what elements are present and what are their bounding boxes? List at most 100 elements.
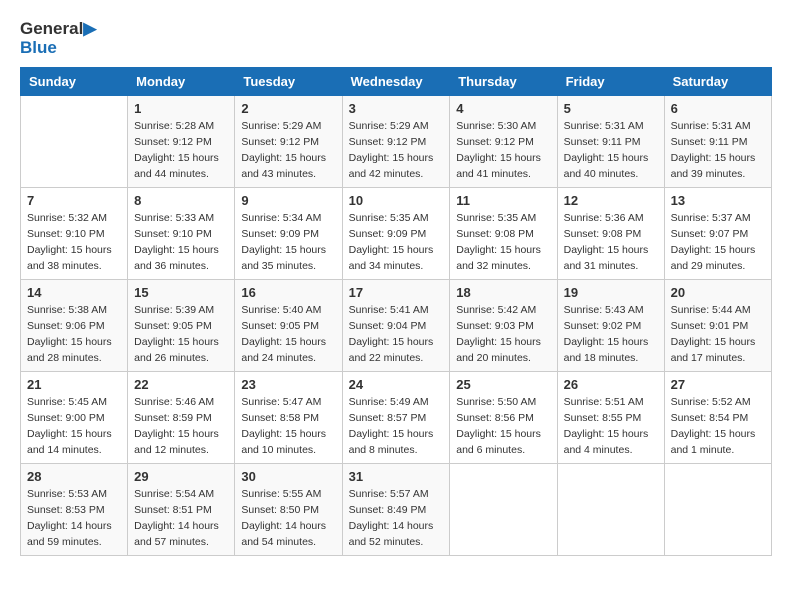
calendar-cell: 27Sunrise: 5:52 AMSunset: 8:54 PMDayligh… — [664, 372, 771, 464]
day-number: 5 — [564, 101, 658, 116]
logo-general-text: General▶ — [20, 20, 96, 39]
day-number: 23 — [241, 377, 335, 392]
day-info: Sunrise: 5:43 AMSunset: 9:02 PMDaylight:… — [564, 303, 658, 366]
day-number: 9 — [241, 193, 335, 208]
day-number: 16 — [241, 285, 335, 300]
calendar-cell: 15 Sunrise: 5:39 AMSunset: 9:05 PMDayligh… — [128, 280, 235, 372]
day-number: 1 — [134, 101, 228, 116]
calendar-cell: 20 Sunrise: 5:44 AMSunset: 9:01 PMDayligh… — [664, 280, 771, 372]
calendar-week-row: 1 Sunrise: 5:28 AMSunset: 9:12 PMDaylight… — [21, 96, 772, 188]
header-thursday: Thursday — [450, 68, 557, 96]
day-info: Sunrise: 5:31 AMSunset: 9:11 PMDaylight:… — [671, 119, 765, 182]
calendar-cell: 29 Sunrise: 5:54 AMSunset: 8:51 PMDayligh… — [128, 464, 235, 556]
day-number: 7 — [27, 193, 121, 208]
header-tuesday: Tuesday — [235, 68, 342, 96]
day-info: Sunrise: 5:51 AMSunset: 8:55 PMDaylight:… — [564, 395, 658, 458]
day-number: 29 — [134, 469, 228, 484]
day-info: Sunrise: 5:38 AMSunset: 9:06 PMDaylight:… — [27, 303, 121, 366]
day-number: 2 — [241, 101, 335, 116]
day-info: Sunrise: 5:36 AMSunset: 9:08 PMDaylight:… — [564, 211, 658, 274]
calendar-cell: 25 Sunrise: 5:50 AMSunset: 8:56 PMDayligh… — [450, 372, 557, 464]
logo-blue-text: Blue — [20, 39, 96, 58]
calendar-cell — [450, 464, 557, 556]
calendar-cell: 3 Sunrise: 5:29 AMSunset: 9:12 PMDaylight… — [342, 96, 450, 188]
day-info: Sunrise: 5:40 AMSunset: 9:05 PMDaylight:… — [241, 303, 335, 366]
calendar-cell: 18Sunrise: 5:42 AMSunset: 9:03 PMDayligh… — [450, 280, 557, 372]
day-info: Sunrise: 5:55 AMSunset: 8:50 PMDaylight:… — [241, 487, 335, 550]
calendar-cell: 2 Sunrise: 5:29 AMSunset: 9:12 PMDaylight… — [235, 96, 342, 188]
header-friday: Friday — [557, 68, 664, 96]
day-number: 22 — [134, 377, 228, 392]
day-info: Sunrise: 5:29 AMSunset: 9:12 PMDaylight:… — [241, 119, 335, 182]
day-info: Sunrise: 5:39 AMSunset: 9:05 PMDaylight:… — [134, 303, 228, 366]
day-number: 24 — [349, 377, 444, 392]
day-number: 30 — [241, 469, 335, 484]
calendar-cell: 30 Sunrise: 5:55 AMSunset: 8:50 PMDayligh… — [235, 464, 342, 556]
calendar-cell: 4 Sunrise: 5:30 AMSunset: 9:12 PMDaylight… — [450, 96, 557, 188]
header-sunday: Sunday — [21, 68, 128, 96]
day-number: 6 — [671, 101, 765, 116]
calendar-cell: 19 Sunrise: 5:43 AMSunset: 9:02 PMDayligh… — [557, 280, 664, 372]
calendar-cell: 26 Sunrise: 5:51 AMSunset: 8:55 PMDayligh… — [557, 372, 664, 464]
day-info: Sunrise: 5:50 AMSunset: 8:56 PMDaylight:… — [456, 395, 550, 458]
day-info: Sunrise: 5:34 AMSunset: 9:09 PMDaylight:… — [241, 211, 335, 274]
day-info: Sunrise: 5:47 AMSunset: 8:58 PMDaylight:… — [241, 395, 335, 458]
day-info: Sunrise: 5:44 AMSunset: 9:01 PMDaylight:… — [671, 303, 765, 366]
day-info: Sunrise: 5:30 AMSunset: 9:12 PMDaylight:… — [456, 119, 550, 182]
day-info: Sunrise: 5:31 AMSunset: 9:11 PMDaylight:… — [564, 119, 658, 182]
day-number: 20 — [671, 285, 765, 300]
calendar-week-row: 7 Sunrise: 5:32 AMSunset: 9:10 PMDaylight… — [21, 188, 772, 280]
calendar-cell: 7 Sunrise: 5:32 AMSunset: 9:10 PMDaylight… — [21, 188, 128, 280]
calendar-table: SundayMondayTuesdayWednesdayThursdayFrid… — [20, 67, 772, 556]
day-info: Sunrise: 5:29 AMSunset: 9:12 PMDaylight:… — [349, 119, 444, 182]
calendar-cell: 13 Sunrise: 5:37 AMSunset: 9:07 PMDayligh… — [664, 188, 771, 280]
calendar-week-row: 14 Sunrise: 5:38 AMSunset: 9:06 PMDayligh… — [21, 280, 772, 372]
calendar-cell: 21Sunrise: 5:45 AMSunset: 9:00 PMDayligh… — [21, 372, 128, 464]
calendar-cell: 14 Sunrise: 5:38 AMSunset: 9:06 PMDayligh… — [21, 280, 128, 372]
day-info: Sunrise: 5:37 AMSunset: 9:07 PMDaylight:… — [671, 211, 765, 274]
day-number: 10 — [349, 193, 444, 208]
logo: General▶ Blue — [20, 20, 96, 57]
header-saturday: Saturday — [664, 68, 771, 96]
day-number: 18 — [456, 285, 550, 300]
day-info: Sunrise: 5:41 AMSunset: 9:04 PMDaylight:… — [349, 303, 444, 366]
calendar-week-row: 21Sunrise: 5:45 AMSunset: 9:00 PMDayligh… — [21, 372, 772, 464]
day-number: 13 — [671, 193, 765, 208]
day-number: 19 — [564, 285, 658, 300]
calendar-cell: 16 Sunrise: 5:40 AMSunset: 9:05 PMDayligh… — [235, 280, 342, 372]
calendar-cell: 31Sunrise: 5:57 AMSunset: 8:49 PMDayligh… — [342, 464, 450, 556]
header: General▶ Blue — [20, 20, 772, 57]
day-number: 11 — [456, 193, 550, 208]
day-number: 26 — [564, 377, 658, 392]
calendar-cell: 8Sunrise: 5:33 AMSunset: 9:10 PMDaylight… — [128, 188, 235, 280]
calendar-cell: 11 Sunrise: 5:35 AMSunset: 9:08 PMDayligh… — [450, 188, 557, 280]
header-wednesday: Wednesday — [342, 68, 450, 96]
day-number: 12 — [564, 193, 658, 208]
day-number: 4 — [456, 101, 550, 116]
day-info: Sunrise: 5:35 AMSunset: 9:09 PMDaylight:… — [349, 211, 444, 274]
day-number: 15 — [134, 285, 228, 300]
day-number: 21 — [27, 377, 121, 392]
day-number: 14 — [27, 285, 121, 300]
day-info: Sunrise: 5:32 AMSunset: 9:10 PMDaylight:… — [27, 211, 121, 274]
day-info: Sunrise: 5:53 AMSunset: 8:53 PMDaylight:… — [27, 487, 121, 550]
calendar-cell: 6 Sunrise: 5:31 AMSunset: 9:11 PMDaylight… — [664, 96, 771, 188]
calendar-cell: 28 Sunrise: 5:53 AMSunset: 8:53 PMDayligh… — [21, 464, 128, 556]
day-info: Sunrise: 5:57 AMSunset: 8:49 PMDaylight:… — [349, 487, 444, 550]
calendar-week-row: 28 Sunrise: 5:53 AMSunset: 8:53 PMDayligh… — [21, 464, 772, 556]
calendar-cell — [21, 96, 128, 188]
day-number: 3 — [349, 101, 444, 116]
day-info: Sunrise: 5:54 AMSunset: 8:51 PMDaylight:… — [134, 487, 228, 550]
day-info: Sunrise: 5:35 AMSunset: 9:08 PMDaylight:… — [456, 211, 550, 274]
day-info: Sunrise: 5:46 AMSunset: 8:59 PMDaylight:… — [134, 395, 228, 458]
day-number: 25 — [456, 377, 550, 392]
calendar-cell: 17 Sunrise: 5:41 AMSunset: 9:04 PMDayligh… — [342, 280, 450, 372]
day-number: 28 — [27, 469, 121, 484]
day-number: 17 — [349, 285, 444, 300]
calendar-cell — [557, 464, 664, 556]
calendar-cell: 9 Sunrise: 5:34 AMSunset: 9:09 PMDaylight… — [235, 188, 342, 280]
calendar-cell: 22 Sunrise: 5:46 AMSunset: 8:59 PMDayligh… — [128, 372, 235, 464]
day-info: Sunrise: 5:52 AMSunset: 8:54 PMDaylight:… — [671, 395, 765, 458]
day-info: Sunrise: 5:28 AMSunset: 9:12 PMDaylight:… — [134, 119, 228, 182]
header-monday: Monday — [128, 68, 235, 96]
